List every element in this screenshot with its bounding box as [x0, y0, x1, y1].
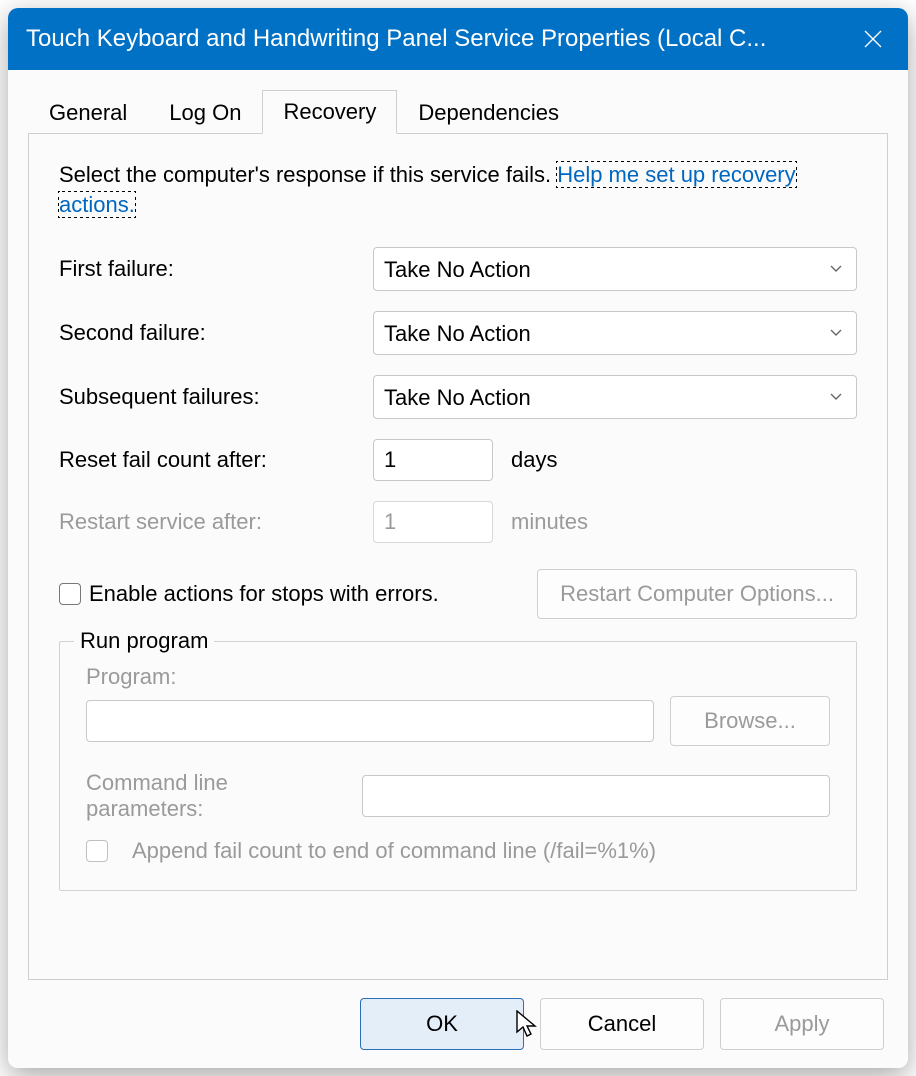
- days-unit: days: [511, 447, 557, 473]
- cancel-button[interactable]: Cancel: [540, 998, 704, 1050]
- append-fail-count-label: Append fail count to end of command line…: [132, 838, 656, 864]
- minutes-unit: minutes: [511, 509, 588, 535]
- program-path-input: [86, 700, 654, 742]
- restart-after-label: Restart service after:: [59, 509, 359, 535]
- browse-button: Browse...: [670, 696, 830, 746]
- append-fail-count-checkbox: [86, 840, 108, 862]
- tab-log-on[interactable]: Log On: [148, 91, 262, 134]
- close-icon: [863, 29, 883, 49]
- dialog-footer: OK Cancel Apply: [8, 980, 908, 1068]
- dialog-content: General Log On Recovery Dependencies Sel…: [8, 70, 908, 1068]
- run-program-legend: Run program: [74, 628, 214, 654]
- ok-button[interactable]: OK: [360, 998, 524, 1050]
- reset-after-label: Reset fail count after:: [59, 447, 359, 473]
- intro-text: Select the computer's response if this s…: [59, 160, 857, 219]
- second-failure-label: Second failure:: [59, 320, 359, 346]
- subsequent-failures-label: Subsequent failures:: [59, 384, 359, 410]
- cmd-params-label: Command line parameters:: [86, 770, 346, 822]
- program-label: Program:: [86, 664, 830, 690]
- subsequent-failures-select[interactable]: Take No Action: [373, 375, 857, 419]
- intro-label: Select the computer's response if this s…: [59, 162, 551, 187]
- tab-general[interactable]: General: [28, 91, 148, 134]
- tabstrip: General Log On Recovery Dependencies: [8, 70, 908, 134]
- restart-minutes-input: [373, 501, 493, 543]
- tab-dependencies[interactable]: Dependencies: [397, 91, 580, 134]
- first-failure-label: First failure:: [59, 256, 359, 282]
- first-failure-select[interactable]: Take No Action: [373, 247, 857, 291]
- close-button[interactable]: [838, 8, 908, 70]
- recovery-panel: Select the computer's response if this s…: [28, 133, 888, 980]
- restart-computer-options-button: Restart Computer Options...: [537, 569, 857, 619]
- cmd-params-input: [362, 775, 830, 817]
- second-failure-select[interactable]: Take No Action: [373, 311, 857, 355]
- enable-actions-label: Enable actions for stops with errors.: [89, 581, 439, 607]
- apply-button: Apply: [720, 998, 884, 1050]
- run-program-group: Run program Program: Browse... Command l…: [59, 641, 857, 891]
- titlebar: Touch Keyboard and Handwriting Panel Ser…: [8, 8, 908, 70]
- reset-days-input[interactable]: [373, 439, 493, 481]
- enable-actions-checkbox[interactable]: [59, 583, 81, 605]
- service-properties-dialog: Touch Keyboard and Handwriting Panel Ser…: [8, 8, 908, 1068]
- tab-recovery[interactable]: Recovery: [262, 90, 397, 134]
- window-title: Touch Keyboard and Handwriting Panel Ser…: [26, 25, 838, 53]
